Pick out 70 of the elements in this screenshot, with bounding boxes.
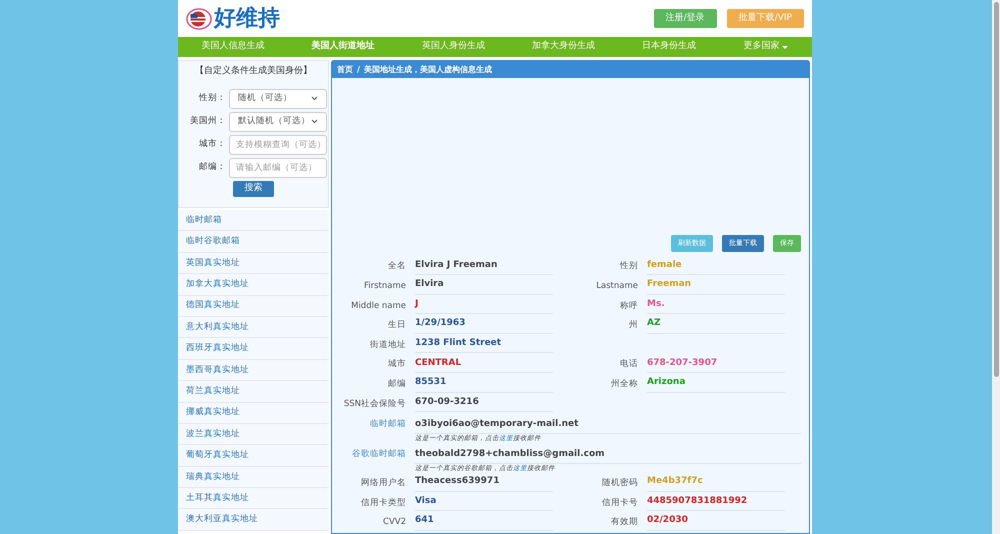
nav-link[interactable]: 加拿大身份生成	[532, 40, 596, 54]
field-label: 邮编：	[198, 161, 227, 174]
field-label: 有效期	[610, 516, 639, 530]
field-label: 生日	[387, 319, 407, 332]
breadcrumb-separator: /	[357, 64, 360, 76]
field-label: 性别：	[198, 92, 227, 105]
page-title: 美国地址生成，美国人虚构信息生成	[364, 64, 492, 76]
field-value: 1/29/1963	[415, 317, 553, 334]
field-label: 网络用户名	[360, 477, 407, 490]
field-label: CVV2	[382, 516, 407, 530]
field-value: 02/2030	[647, 514, 785, 531]
home-link[interactable]: 首页	[337, 64, 353, 76]
field-value: 4485907831881992	[647, 494, 785, 512]
field-label: 街道地址	[369, 338, 407, 352]
field-label: Middle name	[350, 300, 407, 312]
flag-logo-icon	[186, 8, 212, 30]
select-field[interactable]: 随机（可选）	[229, 88, 327, 108]
nav-link[interactable]: 更多国家	[743, 40, 780, 54]
select-field[interactable]: 默认随机（可选）	[229, 112, 327, 132]
field-label: 城市	[387, 358, 407, 372]
field-value: Ms.	[647, 298, 785, 314]
field-label: 随机密码	[601, 477, 639, 490]
search-button[interactable]: 搜索	[233, 180, 274, 196]
field-value: CENTRAL	[415, 356, 553, 374]
field-label: 州全称	[610, 378, 639, 391]
field-value: AZ	[647, 317, 785, 334]
field-value: Freeman	[647, 278, 785, 295]
field-label: SSN社会保险号	[342, 398, 407, 410]
field-label: 谷歌临时邮箱	[351, 448, 407, 461]
field-label: 城市：	[198, 138, 227, 151]
field-value: 85531	[415, 376, 553, 393]
nav-link[interactable]: 英国人身份生成	[422, 40, 485, 54]
field-label: 信用卡号	[601, 496, 639, 510]
field-value: Me4b37f7c	[647, 475, 785, 492]
form-title: 【自定义条件生成美国身份】	[195, 65, 312, 78]
field-label: 称呼	[619, 300, 639, 312]
field-value: Elvira J Freeman	[415, 258, 553, 276]
nav-link[interactable]: 美国人信息生成	[202, 40, 265, 54]
chevron-down-icon	[311, 119, 318, 124]
field-value: J	[415, 298, 553, 314]
field-label: 电话	[619, 358, 639, 372]
field-label: 州	[628, 319, 639, 332]
register-login-button[interactable]: 注册/登录	[654, 9, 717, 28]
field-label: 全名	[387, 260, 407, 274]
field-label: Firstname	[363, 280, 407, 293]
field-value: 1238 Flint Street	[415, 336, 553, 354]
field-label: 美国州：	[189, 115, 227, 128]
field-value: 670-09-3216	[415, 396, 553, 412]
field-value: female	[647, 258, 785, 276]
nav-link[interactable]: 美国人街道地址	[312, 40, 375, 54]
input-field[interactable]: 请输入邮编（可选）	[229, 158, 327, 178]
field-label: Lastname	[595, 280, 639, 293]
caret-icon[interactable]	[782, 46, 788, 48]
field-label: 性别	[618, 260, 639, 274]
chevron-down-icon	[311, 96, 318, 101]
field-label: 邮编	[387, 378, 407, 391]
field-value: 678-207-3907	[647, 356, 785, 374]
field-value: Arizona	[647, 376, 785, 393]
field-value: 641	[415, 514, 553, 531]
site-logo[interactable]: 好维持	[214, 8, 280, 30]
field-value: Visa	[415, 494, 553, 512]
email-value: o3ibyoi6ao@temporary-mail.net	[415, 418, 801, 434]
field-value: Elvira	[415, 278, 553, 295]
field-label: 临时邮箱	[369, 418, 407, 431]
scrollbar[interactable]	[992, 0, 1000, 534]
nav-link[interactable]: 日本身份生成	[642, 40, 696, 54]
field-value: Theacess639971	[415, 475, 553, 492]
field-label: 信用卡类型	[360, 496, 407, 510]
email-value: theobald2798+chambliss@gmail.com	[415, 448, 801, 464]
sidebar-link[interactable]: 临时邮箱	[186, 214, 222, 227]
